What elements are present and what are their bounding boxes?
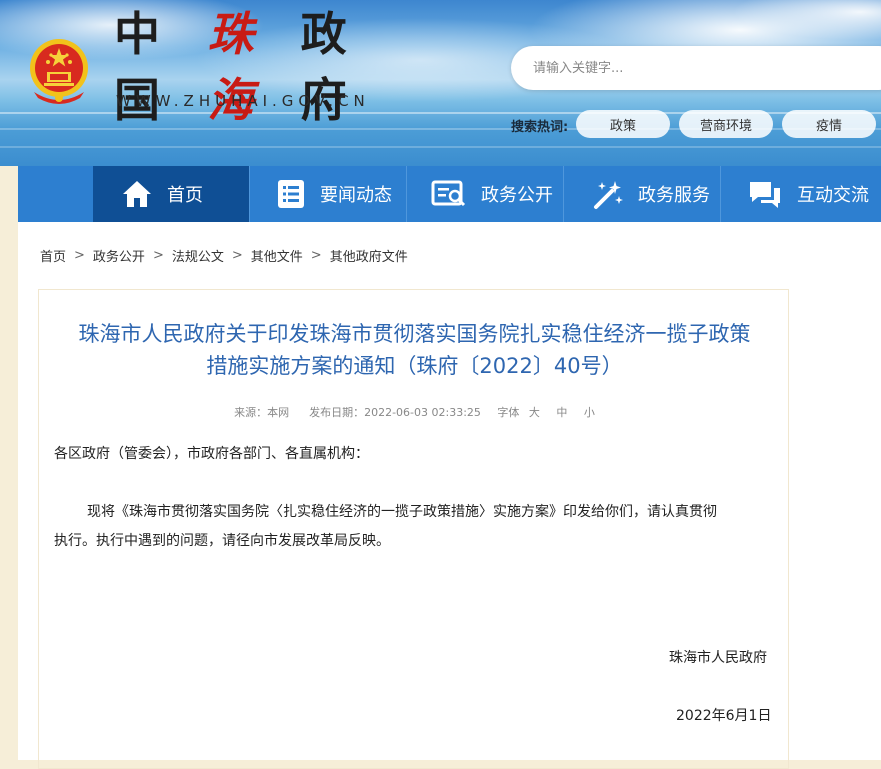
breadcrumb: 首页 > 政务公开 > 法规公文 > 其他文件 > 其他政府文件 <box>40 246 408 265</box>
article-paragraph: 执行。执行中遇到的问题，请径向市发展改革局反映。 <box>54 533 390 549</box>
article-panel: 珠海市人民政府关于印发珠海市贯彻落实国务院扎实稳住经济一揽子政策 措施实施方案的… <box>38 289 789 769</box>
breadcrumb-separator: > <box>74 248 85 263</box>
breadcrumb-gov-affairs-open[interactable]: 政务公开 <box>93 246 145 265</box>
logo-suffix: 政府 <box>300 7 348 127</box>
main-nav: 首页 要闻动态 政务公开 政务服务 互动交流 <box>18 166 881 222</box>
article-signed-date: 2022年6月1日 <box>676 708 772 724</box>
search-box[interactable] <box>511 46 881 90</box>
nav-home[interactable]: 首页 <box>93 166 249 222</box>
nav-label: 要闻动态 <box>320 185 392 206</box>
breadcrumb-other-gov-files[interactable]: 其他政府文件 <box>330 246 408 265</box>
nav-label: 政务公开 <box>481 185 553 206</box>
font-medium-button[interactable]: 中 <box>556 406 567 419</box>
publish-date-value: 2022-06-03 02:33:25 <box>364 406 481 419</box>
publish-date-label: 发布日期：2022-06-03 02:33:25 <box>309 406 481 419</box>
breadcrumb-separator: > <box>231 248 243 263</box>
font-small-button[interactable]: 小 <box>584 406 595 419</box>
hot-tag-business[interactable]: 营商环境 <box>679 110 773 138</box>
breadcrumb-regulations[interactable]: 法规公文 <box>172 246 224 265</box>
breadcrumb-home[interactable]: 首页 <box>40 246 66 265</box>
hot-tag-epidemic[interactable]: 疫情 <box>782 110 876 138</box>
font-size-label: 字体 <box>497 406 520 419</box>
article-title: 珠海市人民政府关于印发珠海市贯彻落实国务院扎实稳住经济一揽子政策 措施实施方案的… <box>39 318 790 382</box>
chat-bubbles-icon <box>750 182 780 208</box>
article-paragraph: 现将《珠海市贯彻落实国务院〈扎实稳住经济的一揽子政策措施〉实施方案》印发给你们，… <box>87 504 717 520</box>
nav-label: 互动交流 <box>797 185 869 206</box>
hot-search-label: 搜索热词: <box>511 120 569 135</box>
header-banner: 中国 珠海 政府 WWW.ZHUHAI.GOV.CN 搜索热词: 政策 营商环境… <box>0 0 881 166</box>
font-large-button[interactable]: 大 <box>529 406 540 419</box>
site-logo-text[interactable]: 中国 珠海 政府 <box>114 7 394 127</box>
article-signature: 珠海市人民政府 <box>669 650 767 666</box>
breadcrumb-separator: > <box>152 248 164 263</box>
nav-gov-services[interactable]: 政务服务 <box>564 166 720 222</box>
article-salutation: 各区政府（管委会），市政府各部门、各直属机构： <box>54 446 369 462</box>
source-value: 本网 <box>267 406 290 419</box>
magic-wand-icon <box>594 181 623 209</box>
sea-highlight <box>0 146 881 148</box>
search-input[interactable] <box>531 59 855 77</box>
nav-news[interactable]: 要闻动态 <box>250 166 406 222</box>
source-label: 来源：本网 <box>234 406 290 419</box>
home-icon <box>123 181 151 207</box>
article-meta: 来源：本网 发布日期：2022-06-03 02:33:25 字体 大 中 小 <box>39 404 790 420</box>
nav-gov-affairs-open[interactable]: 政务公开 <box>407 166 563 222</box>
article-title-line: 措施实施方案的通知（珠府〔2022〕40号） <box>206 354 623 378</box>
hot-tag-policy[interactable]: 政策 <box>576 110 670 138</box>
article-title-line: 珠海市人民政府关于印发珠海市贯彻落实国务院扎实稳住经济一揽子政策 <box>78 322 751 346</box>
news-list-icon <box>278 180 304 208</box>
breadcrumb-other-files[interactable]: 其他文件 <box>251 246 303 265</box>
logo-city: 珠海 <box>207 7 255 127</box>
national-emblem-icon <box>30 39 88 104</box>
nav-interaction[interactable]: 互动交流 <box>721 166 881 222</box>
logo-prefix: 中国 <box>114 7 161 127</box>
breadcrumb-separator: > <box>310 248 322 263</box>
nav-label: 政务服务 <box>638 185 710 206</box>
site-url: WWW.ZHUHAI.GOV.CN <box>116 92 370 110</box>
page-content: 首页 > 政务公开 > 法规公文 > 其他文件 > 其他政府文件 珠海市人民政府… <box>18 222 881 769</box>
nav-label: 首页 <box>167 185 203 206</box>
document-search-icon <box>431 180 466 207</box>
